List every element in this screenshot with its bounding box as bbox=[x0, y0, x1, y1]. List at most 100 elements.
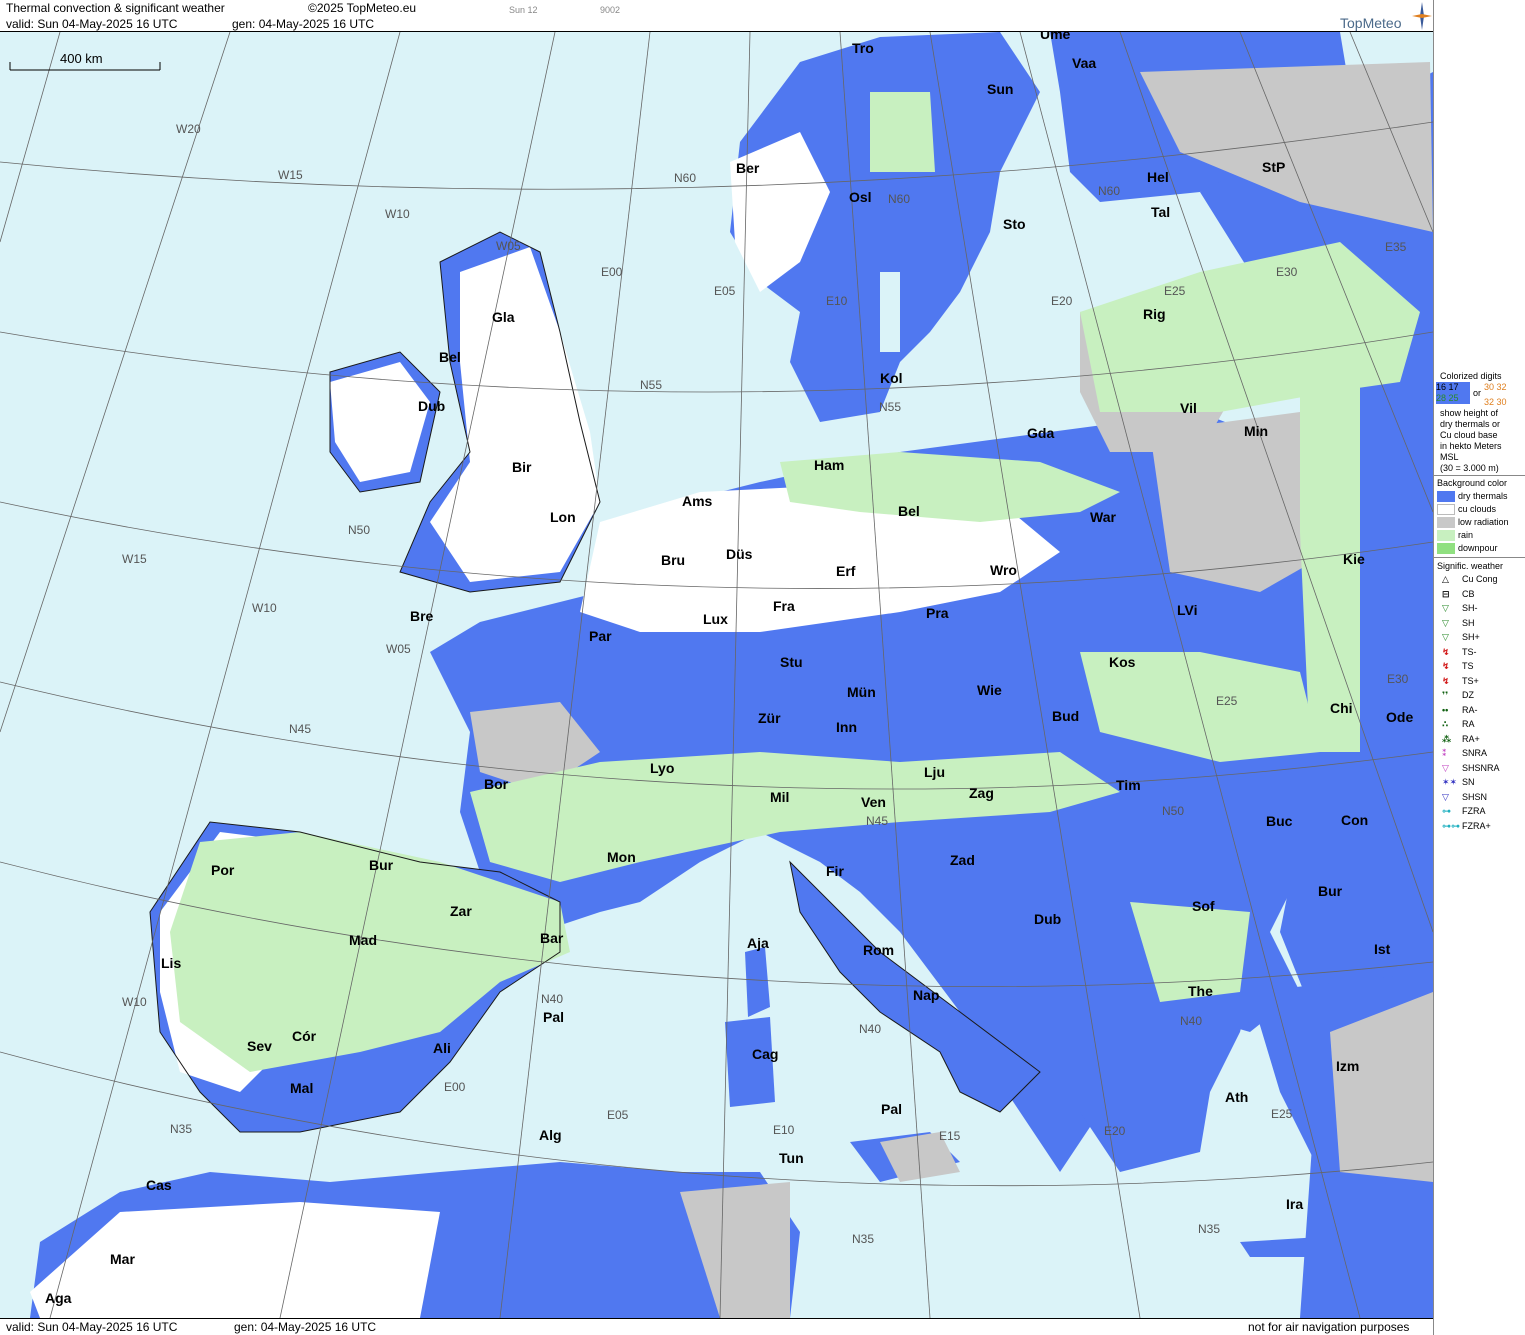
grid-label: N35 bbox=[1198, 1222, 1221, 1236]
legend-sw-label: RA+ bbox=[1462, 733, 1480, 744]
grid-label: W15 bbox=[278, 168, 303, 182]
city-label: Bur bbox=[369, 857, 394, 873]
legend-swatch-downpour bbox=[1437, 543, 1455, 554]
city-label: Lon bbox=[550, 509, 576, 525]
city-label: Bur bbox=[1318, 883, 1343, 899]
grid-label: E20 bbox=[1104, 1124, 1126, 1138]
city-label: Bar bbox=[540, 930, 564, 946]
legend-sw-label: SHSNRA bbox=[1462, 762, 1500, 773]
ts--icon: ↯ bbox=[1442, 646, 1450, 657]
grid-label: E15 bbox=[939, 1129, 961, 1143]
city-label: Wro bbox=[990, 562, 1017, 578]
city-label: Zar bbox=[450, 903, 472, 919]
grid-label: N60 bbox=[1098, 184, 1121, 198]
grid-label: E10 bbox=[773, 1123, 795, 1137]
city-label: Bel bbox=[898, 503, 920, 519]
legend-sw-label: CB bbox=[1462, 588, 1475, 599]
legend-sample-b2: 32 30 bbox=[1484, 397, 1507, 407]
legend-sw-title: Signific. weather bbox=[1437, 561, 1504, 571]
grid-label: N55 bbox=[879, 400, 902, 414]
legend-swatch-low-radiation bbox=[1437, 517, 1455, 528]
scale-label: 400 km bbox=[60, 51, 103, 66]
city-label: Mün bbox=[847, 684, 876, 700]
city-label: StP bbox=[1262, 159, 1286, 175]
legend-sw-label: SH bbox=[1462, 617, 1475, 628]
legend-sw-label: FZRA bbox=[1462, 806, 1486, 816]
city-label: Mar bbox=[110, 1251, 135, 1267]
city-label: Ber bbox=[736, 160, 760, 176]
city-label: Bor bbox=[484, 776, 509, 792]
city-label: Rom bbox=[863, 942, 895, 958]
legend-bg-label: rain bbox=[1458, 530, 1474, 540]
city-label: Cas bbox=[146, 1177, 172, 1193]
legend-desc-6: (30 = 3.000 m) bbox=[1440, 463, 1499, 473]
sh-icon: ▽ bbox=[1442, 617, 1449, 628]
city-label: Buc bbox=[1266, 813, 1293, 829]
legend-sw-label: RA- bbox=[1462, 704, 1478, 715]
city-label: Lux bbox=[703, 611, 728, 627]
legend-sw-label: SH- bbox=[1462, 603, 1478, 613]
city-label: Pal bbox=[543, 1009, 565, 1025]
grid-label: N55 bbox=[640, 378, 663, 392]
city-label: Nap bbox=[913, 987, 940, 1003]
logo-text: TopMeteo bbox=[1340, 15, 1402, 31]
city-label: Aga bbox=[45, 1290, 72, 1306]
grid-label: N40 bbox=[541, 992, 564, 1006]
legend-sample-a2: 28 25 bbox=[1436, 393, 1459, 403]
legend-swatch-rain bbox=[1437, 530, 1455, 541]
city-label: Inn bbox=[836, 719, 857, 735]
city-label: Lju bbox=[924, 764, 945, 780]
legend-sw-label: SNRA bbox=[1462, 748, 1488, 758]
legend-swatch-cu-clouds bbox=[1437, 504, 1455, 515]
city-label: Zür bbox=[758, 710, 781, 726]
legend-sw-label: FZRA+ bbox=[1462, 820, 1491, 831]
city-label: Erf bbox=[836, 563, 856, 579]
legend-bg-label: downpour bbox=[1458, 543, 1498, 553]
city-label: Kie bbox=[1343, 551, 1365, 567]
city-label: Wie bbox=[977, 682, 1002, 698]
city-label: Zad bbox=[950, 852, 975, 868]
ts--icon: ↯ bbox=[1442, 675, 1450, 686]
run-code: Sun 12 bbox=[509, 5, 538, 15]
city-label: Bud bbox=[1052, 708, 1080, 724]
city-label: Dub bbox=[1034, 911, 1062, 927]
city-label: Fir bbox=[826, 863, 844, 879]
sh--icon: ▽ bbox=[1442, 632, 1449, 642]
grid-label: E00 bbox=[601, 265, 623, 279]
legend-swatch-dry-thermals bbox=[1437, 491, 1455, 502]
city-label: The bbox=[1188, 983, 1213, 999]
legend-bg-label: cu clouds bbox=[1458, 504, 1497, 514]
grid-label: E25 bbox=[1216, 694, 1238, 708]
city-label: Alg bbox=[539, 1127, 562, 1143]
grid-label: E30 bbox=[1276, 265, 1298, 279]
city-label: Dub bbox=[418, 398, 446, 414]
grid-label: N45 bbox=[866, 814, 889, 828]
grid-label: N60 bbox=[674, 171, 697, 185]
city-label: Ath bbox=[1225, 1089, 1249, 1105]
city-label: Con bbox=[1341, 812, 1369, 828]
dz-icon: ❜❜ bbox=[1442, 690, 1449, 700]
sn-icon: ✶✶ bbox=[1442, 777, 1458, 787]
grid-label: W05 bbox=[386, 642, 411, 656]
city-label: Sto bbox=[1003, 216, 1026, 232]
grid-label: W15 bbox=[122, 552, 147, 566]
city-label: Tim bbox=[1116, 777, 1141, 793]
city-label: Ira bbox=[1286, 1196, 1304, 1212]
legend-bg-title: Background color bbox=[1437, 478, 1508, 488]
copyright: ©2025 TopMeteo.eu bbox=[308, 1, 417, 15]
city-label: Tun bbox=[779, 1150, 804, 1166]
city-label: Ams bbox=[682, 493, 713, 509]
footer-gen-time: gen: 04-May-2025 16 UTC bbox=[234, 1320, 377, 1334]
grid-label: E10 bbox=[826, 294, 848, 308]
legend-sw-label: Cu Cong bbox=[1462, 574, 1498, 584]
valid-time: valid: Sun 04-May-2025 16 UTC bbox=[6, 17, 178, 31]
legend-sw-label: TS- bbox=[1462, 646, 1477, 657]
legend-desc-5: MSL bbox=[1440, 452, 1459, 462]
map-canvas bbox=[0, 32, 1433, 1318]
city-label: Izm bbox=[1336, 1058, 1360, 1074]
city-label: Fra bbox=[773, 598, 795, 614]
city-label: Bir bbox=[512, 459, 532, 475]
city-label: Kol bbox=[880, 370, 903, 386]
city-label: Bre bbox=[410, 608, 434, 624]
grid-label: E05 bbox=[607, 1108, 629, 1122]
